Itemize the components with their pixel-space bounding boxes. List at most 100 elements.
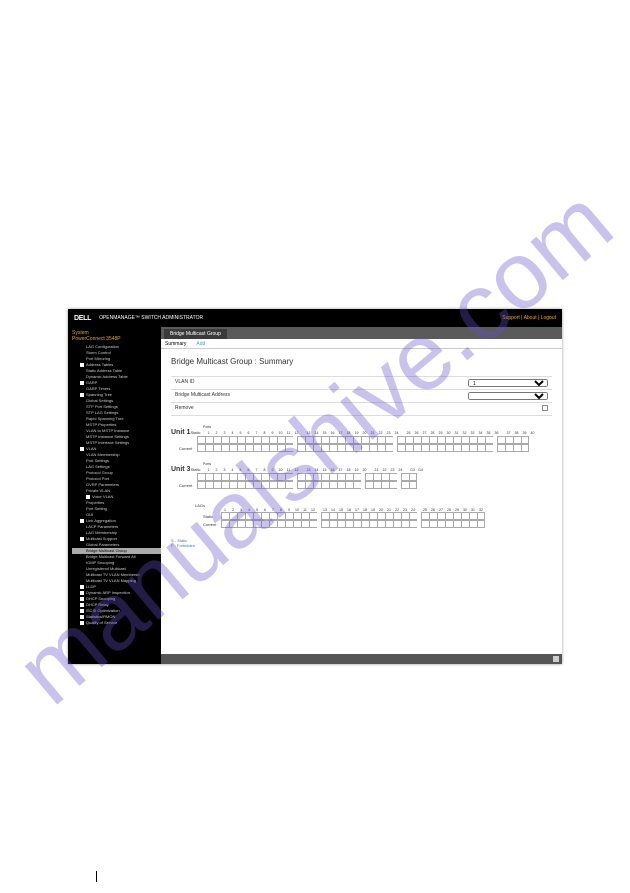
remove-checkbox[interactable] — [542, 405, 548, 411]
port-cell[interactable] — [461, 520, 469, 528]
port-cell[interactable] — [297, 481, 305, 489]
port-cell[interactable] — [329, 473, 337, 481]
port-cell[interactable] — [461, 512, 469, 520]
port-cell[interactable] — [197, 481, 205, 489]
port-cell[interactable] — [445, 520, 453, 528]
port-cell[interactable] — [453, 436, 461, 444]
port-cell[interactable] — [285, 512, 293, 520]
port-cell[interactable] — [269, 481, 277, 489]
port-cell[interactable] — [321, 481, 329, 489]
port-cell[interactable] — [321, 473, 329, 481]
port-cell[interactable] — [365, 473, 373, 481]
port-cell[interactable] — [469, 436, 477, 444]
port-cell[interactable] — [377, 436, 385, 444]
port-cell[interactable] — [353, 520, 361, 528]
port-cell[interactable] — [505, 436, 513, 444]
port-cell[interactable] — [397, 436, 405, 444]
port-cell[interactable] — [277, 444, 285, 452]
port-cell[interactable] — [221, 520, 229, 528]
port-cell[interactable] — [409, 520, 417, 528]
port-cell[interactable] — [453, 520, 461, 528]
port-cell[interactable] — [401, 473, 409, 481]
port-cell[interactable] — [329, 520, 337, 528]
port-cell[interactable] — [305, 481, 313, 489]
port-cell[interactable] — [229, 436, 237, 444]
port-cell[interactable] — [445, 444, 453, 452]
port-cell[interactable] — [477, 520, 485, 528]
port-cell[interactable] — [261, 520, 269, 528]
port-cell[interactable] — [285, 481, 293, 489]
port-cell[interactable] — [445, 436, 453, 444]
port-cell[interactable] — [213, 436, 221, 444]
port-cell[interactable] — [253, 444, 261, 452]
port-cell[interactable] — [277, 473, 285, 481]
port-cell[interactable] — [213, 444, 221, 452]
port-cell[interactable] — [197, 473, 205, 481]
port-cell[interactable] — [309, 520, 317, 528]
port-cell[interactable] — [237, 481, 245, 489]
nav-item[interactable]: Quality of Service — [72, 620, 161, 626]
port-cell[interactable] — [237, 520, 245, 528]
port-cell[interactable] — [229, 473, 237, 481]
port-cell[interactable] — [373, 473, 381, 481]
port-cell[interactable] — [369, 436, 377, 444]
port-cell[interactable] — [197, 436, 205, 444]
port-cell[interactable] — [369, 512, 377, 520]
port-cell[interactable] — [337, 444, 345, 452]
port-cell[interactable] — [409, 512, 417, 520]
port-cell[interactable] — [253, 520, 261, 528]
port-cell[interactable] — [353, 473, 361, 481]
bma-select[interactable] — [468, 392, 548, 400]
port-cell[interactable] — [385, 520, 393, 528]
subtab-summary[interactable]: Summary — [165, 341, 186, 347]
port-cell[interactable] — [313, 481, 321, 489]
port-cell[interactable] — [421, 436, 429, 444]
port-cell[interactable] — [337, 481, 345, 489]
port-cell[interactable] — [421, 512, 429, 520]
port-cell[interactable] — [437, 444, 445, 452]
port-cell[interactable] — [377, 520, 385, 528]
port-cell[interactable] — [521, 436, 529, 444]
port-cell[interactable] — [437, 436, 445, 444]
port-cell[interactable] — [345, 473, 353, 481]
scrollbar-track[interactable] — [161, 654, 562, 664]
port-cell[interactable] — [405, 436, 413, 444]
port-cell[interactable] — [229, 444, 237, 452]
port-cell[interactable] — [301, 512, 309, 520]
port-cell[interactable] — [385, 436, 393, 444]
port-cell[interactable] — [337, 512, 345, 520]
port-cell[interactable] — [369, 444, 377, 452]
port-cell[interactable] — [213, 481, 221, 489]
port-cell[interactable] — [297, 473, 305, 481]
port-cell[interactable] — [353, 481, 361, 489]
port-cell[interactable] — [361, 436, 369, 444]
tab-bridge-multicast[interactable]: Bridge Multicast Group — [164, 329, 227, 339]
port-cell[interactable] — [237, 444, 245, 452]
port-cell[interactable] — [321, 512, 329, 520]
port-cell[interactable] — [337, 473, 345, 481]
port-cell[interactable] — [477, 512, 485, 520]
port-cell[interactable] — [409, 473, 417, 481]
port-cell[interactable] — [461, 444, 469, 452]
port-cell[interactable] — [477, 436, 485, 444]
port-cell[interactable] — [221, 512, 229, 520]
port-cell[interactable] — [409, 481, 417, 489]
port-cell[interactable] — [469, 512, 477, 520]
port-cell[interactable] — [221, 436, 229, 444]
port-cell[interactable] — [521, 444, 529, 452]
port-cell[interactable] — [413, 436, 421, 444]
port-cell[interactable] — [345, 520, 353, 528]
port-cell[interactable] — [445, 512, 453, 520]
port-cell[interactable] — [221, 444, 229, 452]
port-cell[interactable] — [269, 473, 277, 481]
port-cell[interactable] — [361, 512, 369, 520]
port-cell[interactable] — [453, 512, 461, 520]
port-cell[interactable] — [245, 473, 253, 481]
port-cell[interactable] — [429, 436, 437, 444]
port-cell[interactable] — [353, 436, 361, 444]
port-cell[interactable] — [381, 473, 389, 481]
port-cell[interactable] — [277, 481, 285, 489]
port-cell[interactable] — [205, 436, 213, 444]
port-cell[interactable] — [429, 444, 437, 452]
port-cell[interactable] — [353, 444, 361, 452]
